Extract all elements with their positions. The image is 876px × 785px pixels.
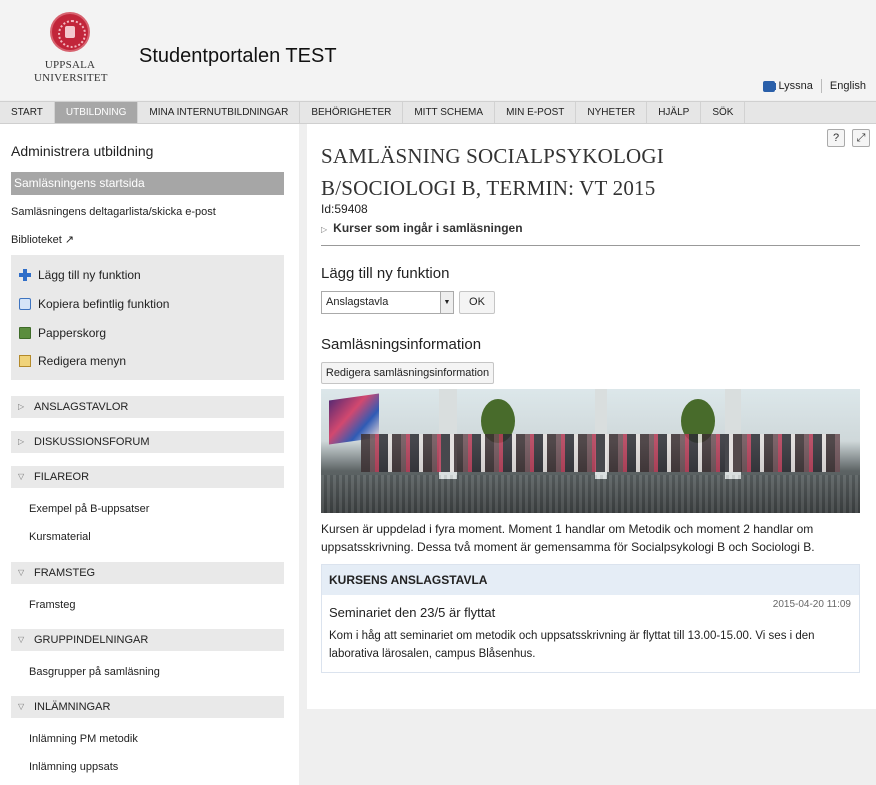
edit-icon [19,355,31,367]
section-inlamningar[interactable]: ▽ INLÄMNINGAR [11,696,284,718]
function-panel: Lägg till ny funktion Kopiera befintlig … [11,255,284,380]
section-framsteg[interactable]: ▽ FRAMSTEG [11,562,284,584]
plus-icon [19,269,31,281]
nav-hjalp[interactable]: HJÄLP [647,102,702,123]
sidebar-item-startsida[interactable]: Samläsningens startsida [11,172,284,195]
triangle-right-icon: ▷ [18,402,25,411]
sidebar-item-kursmaterial[interactable]: Kursmaterial [29,531,91,543]
section-gruppindelningar[interactable]: ▽ GRUPPINDELNINGAR [11,629,284,651]
ok-button[interactable]: OK [459,291,495,314]
triangle-down-icon: ▽ [18,472,25,481]
board-heading[interactable]: KURSENS ANSLAGSTAVLA [322,565,859,595]
nav-min-e-post[interactable]: MIN E-POST [495,102,577,123]
help-button[interactable]: ? [827,129,845,147]
portal-header: UPPSALA UNIVERSITET Studentportalen TEST… [0,0,876,100]
nav-nyheter[interactable]: NYHETER [576,102,648,123]
triangle-right-icon: ▷ [321,225,328,234]
sidebar: Administrera utbildning Samläsningens st… [0,124,299,785]
triangle-down-icon: ▽ [18,635,25,644]
section-filareor[interactable]: ▽ FILAREOR [11,466,284,488]
sidebar-item-deltagarlista[interactable]: Samläsningens deltagarlista/skicka e-pos… [11,206,216,218]
course-id: Id:59408 [321,202,368,216]
add-function-heading: Lägg till ny funktion [321,265,450,282]
add-function-link[interactable]: Lägg till ny funktion [19,268,141,282]
course-description: Kursen är uppdelad i fyra moment. Moment… [321,522,815,554]
section-anslagstavlor[interactable]: ▷ ANSLAGSTAVLOR [11,396,284,418]
copy-icon [19,298,31,310]
sidebar-heading: Administrera utbildning [11,143,154,159]
expand-icon[interactable]: ⤢ [852,129,870,147]
university-seal-icon [50,12,90,52]
trash-link[interactable]: Papperskorg [19,326,106,340]
chevron-down-icon: ▼ [440,292,453,313]
course-board: KURSENS ANSLAGSTAVLA Seminariet den 23/5… [321,564,860,673]
logo-text: UPPSALA UNIVERSITET [34,59,108,84]
function-select[interactable]: Anslagstavla ▼ [321,291,454,314]
english-link[interactable]: English [830,80,866,92]
sidebar-item-b-uppsatser[interactable]: Exempel på B-uppsatser [29,503,149,515]
post-body: Kom i håg att seminariet om metodik och … [329,630,815,660]
edit-info-button[interactable]: Redigera samläsningsinformation [321,362,494,384]
sidebar-item-uppsats[interactable]: Inlämning uppsats [29,761,118,773]
info-heading: Samläsningsinformation [321,336,482,353]
page-title: SAMLÄSNING SOCIALPSYKOLOGI B/SOCIOLOGI B… [321,144,664,200]
header-photo [321,389,860,513]
post-title[interactable]: Seminariet den 23/5 är flyttat [329,605,495,620]
divider [321,245,860,246]
trash-icon [19,327,31,339]
nav-mina-internutbildningar[interactable]: MINA INTERNUTBILDNINGAR [138,102,301,123]
listen-link[interactable]: Lyssna [778,80,812,92]
nav-sok[interactable]: SÖK [701,102,746,123]
sidebar-item-biblioteket[interactable]: Biblioteket ↗ [11,233,74,246]
speaker-icon[interactable] [763,80,777,92]
sidebar-item-pm-metodik[interactable]: Inlämning PM metodik [29,733,138,745]
main-navigation: START UTBILDNING MINA INTERNUTBILDNINGAR… [0,101,876,124]
divider [820,79,822,93]
portal-title: Studentportalen TEST [139,45,337,67]
university-logo[interactable]: UPPSALA UNIVERSITET [34,12,108,85]
section-diskussionsforum[interactable]: ▷ DISKUSSIONSFORUM [11,431,284,453]
post-date: 2015-04-20 11:09 [772,599,851,610]
nav-start[interactable]: START [0,102,55,123]
copy-function-link[interactable]: Kopiera befintlig funktion [19,297,169,311]
triangle-down-icon: ▽ [18,702,25,711]
external-link-icon: ↗ [64,234,75,246]
nav-mitt-schema[interactable]: MITT SCHEMA [403,102,496,123]
sidebar-item-basgrupper[interactable]: Basgrupper på samläsning [29,666,160,678]
courses-toggle[interactable]: ▷ Kurser som ingår i samläsningen [321,221,523,235]
edit-menu-link[interactable]: Redigera menyn [19,354,126,368]
sidebar-item-framsteg[interactable]: Framsteg [29,599,75,611]
nav-behorigheter[interactable]: BEHÖRIGHETER [300,102,404,123]
language-bar: Lyssna English [763,79,866,93]
triangle-down-icon: ▽ [18,568,25,577]
nav-utbildning[interactable]: UTBILDNING [54,102,139,123]
main-content: ? ⤢ SAMLÄSNING SOCIALPSYKOLOGI B/SOCIOLO… [307,124,876,709]
triangle-right-icon: ▷ [18,437,25,446]
